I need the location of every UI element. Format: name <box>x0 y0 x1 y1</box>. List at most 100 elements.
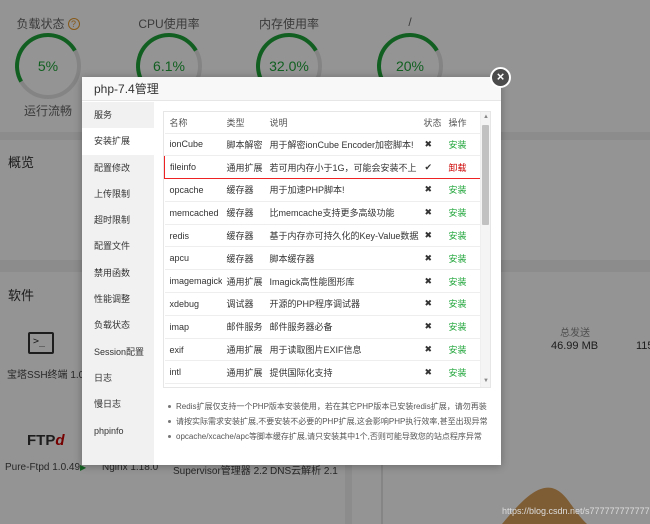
extension-name: xdebug <box>164 292 222 316</box>
extension-type: 缓存器 <box>221 246 265 271</box>
sidebar-item-config-edit[interactable]: 配置修改 <box>82 155 154 181</box>
sidebar-item-upload-limit[interactable]: 上传限制 <box>82 181 154 207</box>
note-item: 请按实际需求安装扩展,不要安装不必要的PHP扩展,这会影响PHP执行效率,甚至出… <box>167 414 497 429</box>
extension-status-icon: ✖ <box>418 315 444 339</box>
extension-action-link[interactable]: 安装 <box>443 315 481 339</box>
table-header: 名称 类型 说明 状态 操作 <box>164 112 481 134</box>
table-row: xdebug 调试器 开源的PHP程序调试器 ✖ 安装 <box>164 292 481 316</box>
extension-name: fileinfo <box>164 155 222 180</box>
table-row: imagemagick 通用扩展 Imagick高性能图形库 ✖ 安装 <box>164 269 481 294</box>
dialog-sidebar: 服务 安装扩展 配置修改 上传限制 超时限制 配置文件 禁用函数 性能调整 负载… <box>82 102 154 465</box>
table-row: opcache 缓存器 用于加速PHP脚本! ✖ 安装 <box>164 178 481 202</box>
extension-action-link[interactable]: 安装 <box>443 224 481 248</box>
extension-description: 用于加速PHP脚本! <box>264 178 419 202</box>
table-row: imap 邮件服务 邮件服务器必备 ✖ 安装 <box>164 315 481 339</box>
extension-status-icon: ✖ <box>418 133 444 157</box>
sidebar-item-service[interactable]: 服务 <box>82 102 154 128</box>
scroll-up-icon[interactable]: ▲ <box>482 113 490 122</box>
extension-type: 通用扩展 <box>221 360 265 385</box>
note-item: Redis扩展仅支持一个PHP版本安装使用，若在其它PHP版本已安装redis扩… <box>167 399 497 414</box>
table-row: xsl通用扩展xsl解析扩展✖安装 <box>164 383 481 387</box>
extension-name: intl <box>164 360 222 385</box>
extension-status-icon: ✖ <box>418 338 444 362</box>
extension-name: xsl <box>164 383 222 387</box>
table-row: exif 通用扩展 用于读取图片EXIF信息 ✖ 安装 <box>164 338 481 362</box>
watermark: https://blog.csdn.net/s7777777777777 <box>502 506 650 516</box>
extension-action-link[interactable]: 安装 <box>443 133 481 157</box>
extension-name: memcached <box>164 201 222 225</box>
extension-status-icon: ✖ <box>418 383 444 387</box>
php-manager-dialog: php-7.4管理 服务 安装扩展 配置修改 上传限制 超时限制 配置文件 禁用… <box>82 77 501 465</box>
extension-status-icon: ✖ <box>418 246 444 271</box>
extension-type: 缓存器 <box>221 224 265 248</box>
scrollbar-thumb[interactable] <box>482 125 489 225</box>
table-row: apcu 缓存器 脚本缓存器 ✖ 安装 <box>164 246 481 271</box>
extension-description: xsl解析扩展 <box>264 383 419 387</box>
extension-action-link[interactable]: 安装 <box>443 383 481 387</box>
extension-action-link[interactable]: 安装 <box>443 178 481 202</box>
sidebar-item-load-status[interactable]: 负载状态 <box>82 312 154 338</box>
extension-name: apcu <box>164 246 222 271</box>
extension-description: Imagick高性能图形库 <box>264 269 419 294</box>
extension-description: 开源的PHP程序调试器 <box>264 292 419 316</box>
table-row: ionCube 脚本解密 用于解密ionCube Encoder加密脚本! ✖ 安装 <box>164 133 481 157</box>
table-scrollbar[interactable]: ▲ ▼ <box>480 112 490 387</box>
extension-type: 通用扩展 <box>221 269 265 294</box>
extension-action-link[interactable]: 安装 <box>443 201 481 225</box>
extension-description: 若可用内存小于1G，可能会安装不上 <box>264 155 419 180</box>
dialog-title: php-7.4管理 <box>82 77 501 101</box>
column-header-action: 操作 <box>443 112 481 134</box>
extension-action-link[interactable]: 安装 <box>443 246 481 271</box>
column-header-name: 名称 <box>164 112 222 134</box>
extension-type: 通用扩展 <box>221 383 265 387</box>
extension-action-link[interactable]: 卸载 <box>443 155 481 180</box>
extension-name: exif <box>164 338 222 362</box>
table-row: memcached 缓存器 比memcache支持更多高级功能 ✖ 安装 <box>164 201 481 225</box>
sidebar-item-phpinfo[interactable]: phpinfo <box>82 418 154 444</box>
column-header-type: 类型 <box>221 112 265 134</box>
extension-description: 提供国际化支持 <box>264 360 419 385</box>
extension-type: 脚本解密 <box>221 133 265 157</box>
sidebar-item-config-file[interactable]: 配置文件 <box>82 233 154 259</box>
extension-status-icon: ✖ <box>418 201 444 225</box>
extension-description: 用于读取图片EXIF信息 <box>264 338 419 362</box>
sidebar-item-disabled-functions[interactable]: 禁用函数 <box>82 260 154 286</box>
table-row: intl 通用扩展 提供国际化支持 ✖ 安装 <box>164 360 481 385</box>
extensions-table: 名称 类型 说明 状态 操作 ionCube 脚本解密 用于解密ionCube En… <box>164 112 481 387</box>
extension-type: 通用扩展 <box>221 155 265 180</box>
sidebar-item-slow-logs[interactable]: 慢日志 <box>82 391 154 417</box>
extension-type: 缓存器 <box>221 201 265 225</box>
extension-description: 比memcache支持更多高级功能 <box>264 201 419 225</box>
extension-description: 脚本缓存器 <box>264 246 419 271</box>
extension-action-link[interactable]: 安装 <box>443 269 481 294</box>
extensions-table-container[interactable]: 名称 类型 说明 状态 操作 ionCube 脚本解密 用于解密ionCube En… <box>163 111 491 388</box>
extension-status-icon: ✖ <box>418 269 444 294</box>
extension-description: 邮件服务器必备 <box>264 315 419 339</box>
table-row: fileinfo 通用扩展 若可用内存小于1G，可能会安装不上 ✔ 卸载 <box>164 155 481 180</box>
sidebar-item-timeout-limit[interactable]: 超时限制 <box>82 207 154 233</box>
column-header-description: 说明 <box>264 112 419 134</box>
extension-action-link[interactable]: 安装 <box>443 338 481 362</box>
close-button[interactable]: × <box>490 67 511 88</box>
sidebar-item-install-extensions[interactable]: 安装扩展 <box>82 128 154 155</box>
extension-action-link[interactable]: 安装 <box>443 292 481 316</box>
column-header-status: 状态 <box>418 112 444 134</box>
sidebar-item-session-config[interactable]: Session配置 <box>82 339 154 365</box>
extension-type: 邮件服务 <box>221 315 265 339</box>
extension-status-icon: ✖ <box>418 360 444 385</box>
extension-action-link[interactable]: 安装 <box>443 360 481 385</box>
scroll-down-icon[interactable]: ▼ <box>482 377 490 386</box>
sidebar-item-logs[interactable]: 日志 <box>82 365 154 391</box>
table-row: redis 缓存器 基于内存亦可持久化的Key-Value数据库 ✖ 安装 <box>164 224 481 248</box>
extension-type: 缓存器 <box>221 178 265 202</box>
note-item: opcache/xcache/apc等脚本缓存扩展,请只安装其中1个,否则可能导… <box>167 429 497 444</box>
extension-status-icon: ✔ <box>418 155 444 180</box>
extension-description: 基于内存亦可持久化的Key-Value数据库 <box>264 224 419 248</box>
extension-status-icon: ✖ <box>418 178 444 202</box>
notes-list: Redis扩展仅支持一个PHP版本安装使用，若在其它PHP版本已安装redis扩… <box>167 399 497 444</box>
extension-status-icon: ✖ <box>418 224 444 248</box>
extension-name: redis <box>164 224 222 248</box>
extension-name: imagemagick <box>164 269 222 294</box>
extension-name: opcache <box>164 178 222 202</box>
sidebar-item-performance[interactable]: 性能调整 <box>82 286 154 312</box>
